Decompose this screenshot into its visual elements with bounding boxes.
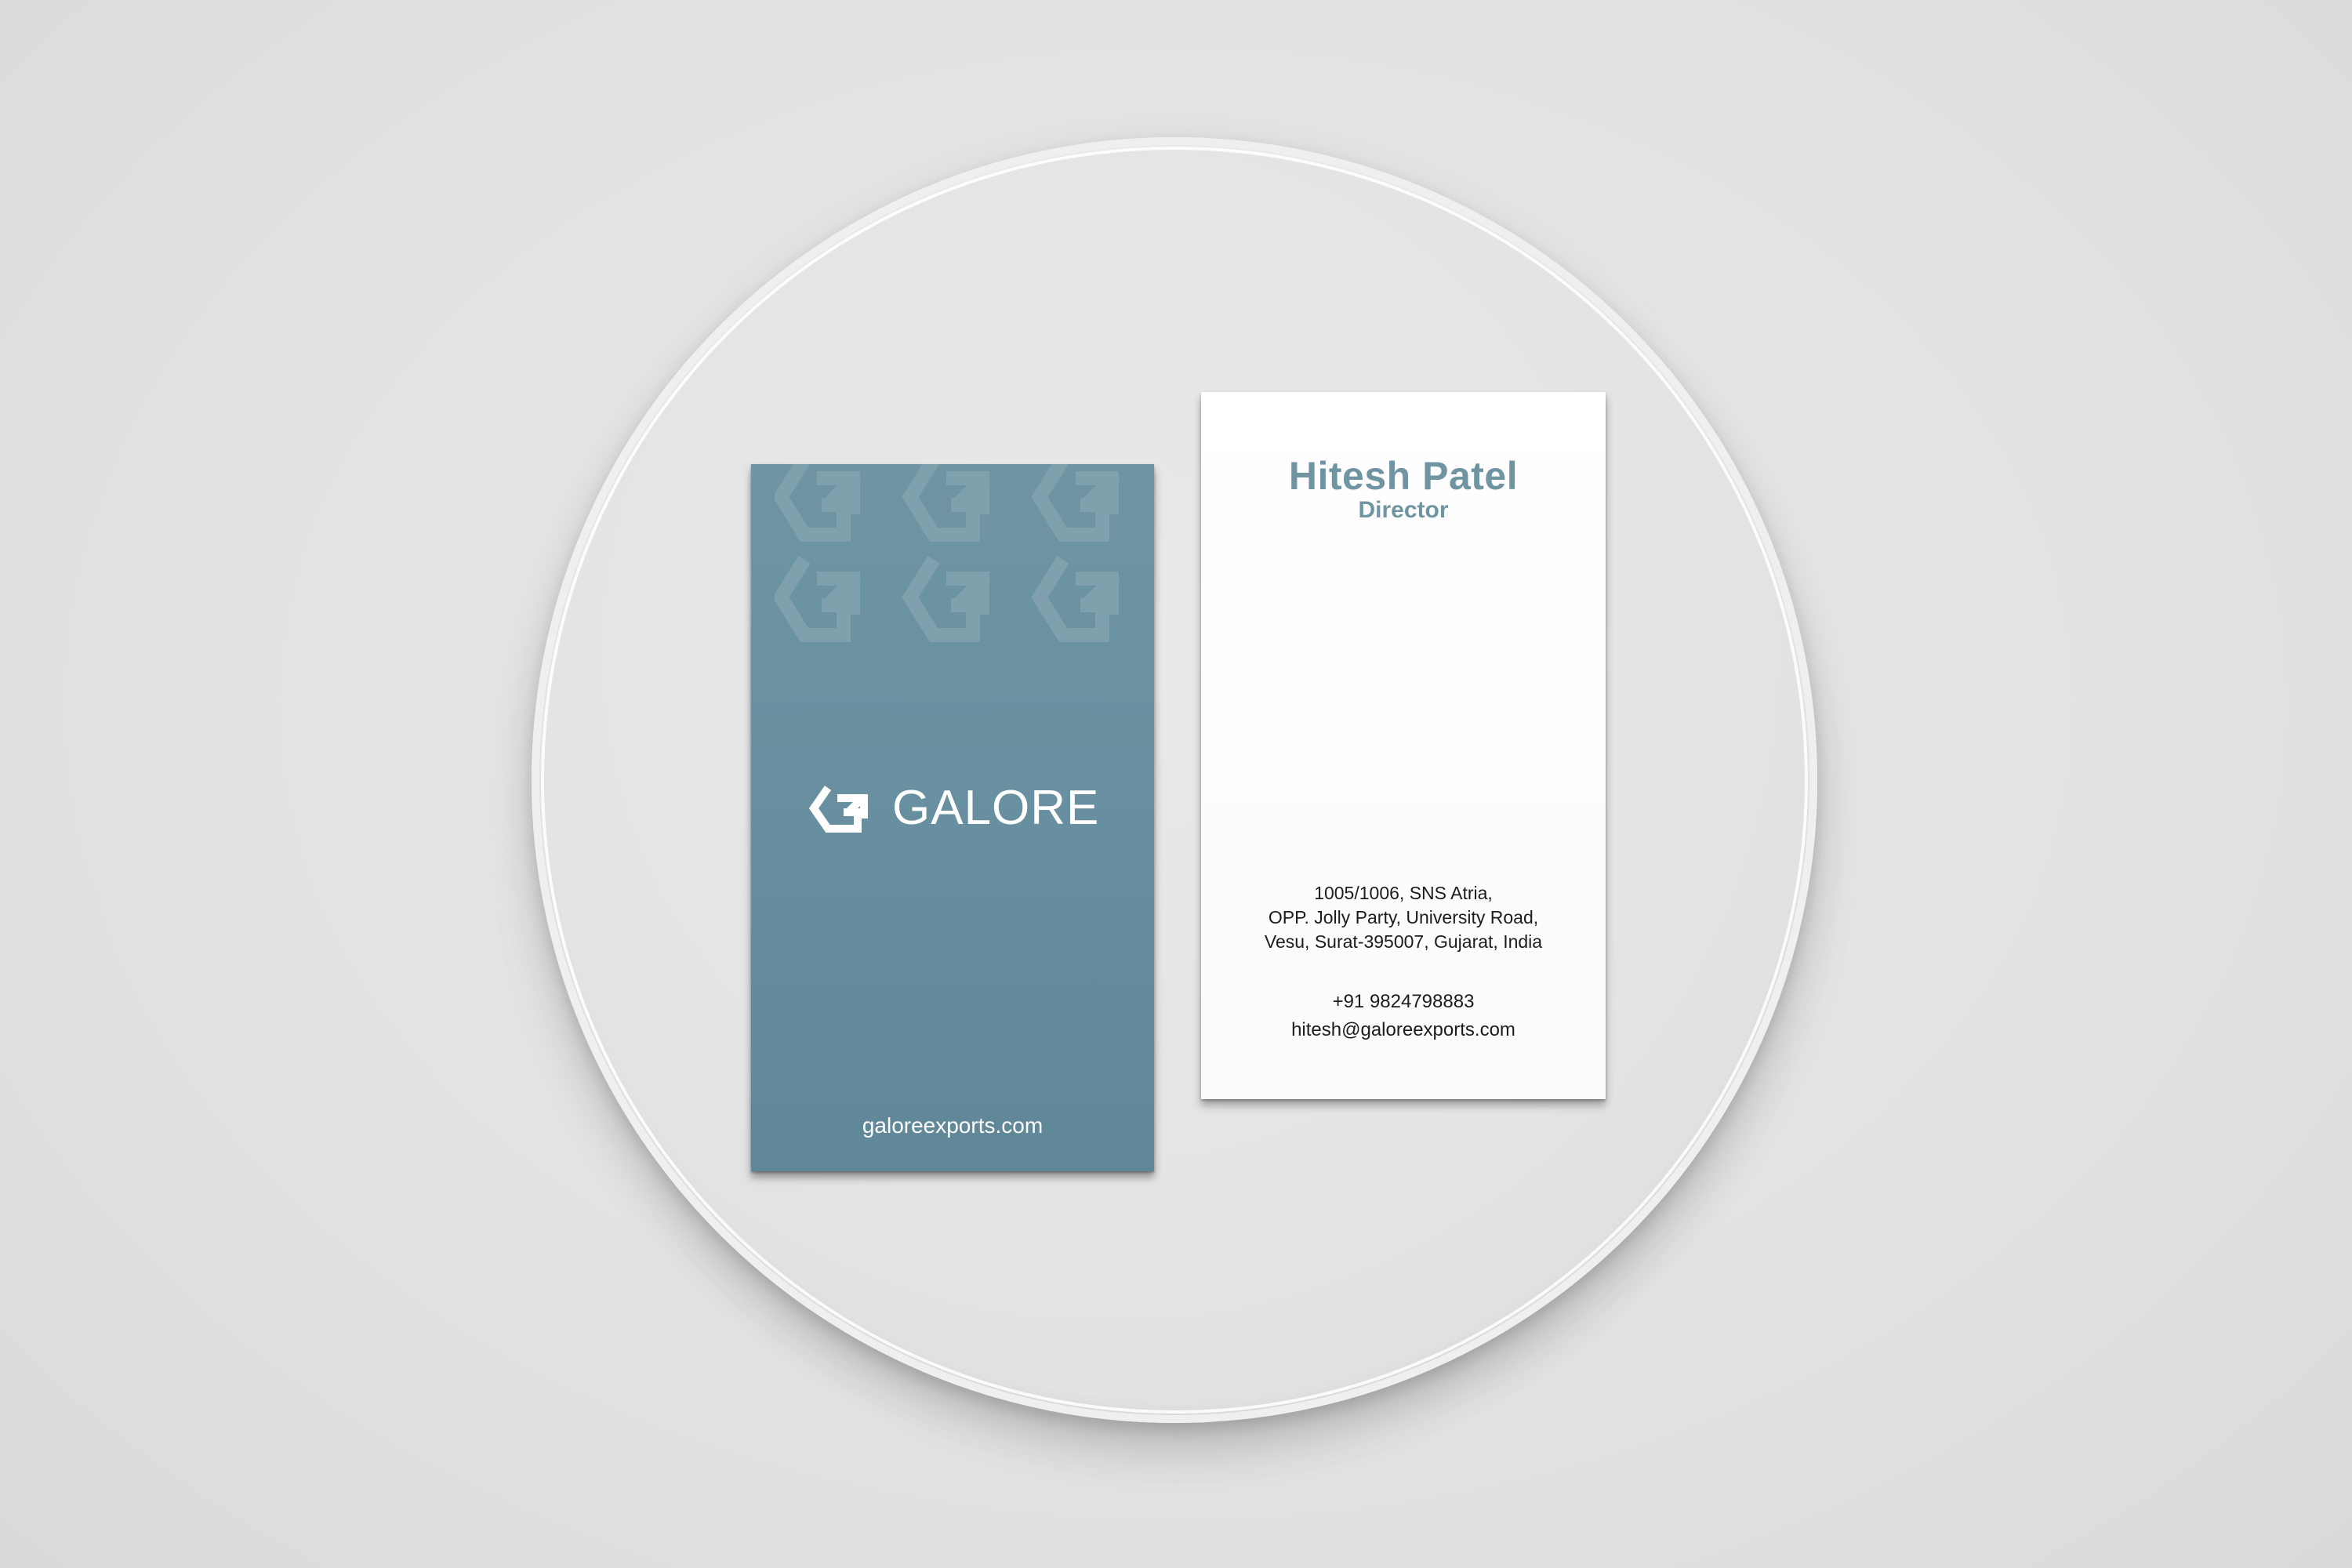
logo-pattern (775, 464, 1143, 652)
person-name: Hitesh Patel (1288, 454, 1519, 498)
brand-logo: GALORE (809, 781, 1099, 836)
pattern-g-icon (1040, 560, 1115, 635)
website-url: galoreexports.com (862, 1113, 1044, 1138)
pattern-g-icon (910, 560, 985, 635)
business-card-back: Hitesh Patel Director 1005/1006, SNS Atr… (1201, 392, 1606, 1099)
mockup-background: GALORE galoreexports.com Hitesh Patel Di… (0, 0, 2352, 1568)
address-line: Vesu, Surat-395007, Gujarat, India (1264, 931, 1543, 952)
address-line: 1005/1006, SNS Atria, (1314, 883, 1493, 903)
galore-g-arrow-icon (809, 786, 868, 833)
address-line: OPP. Jolly Party, University Road, (1268, 907, 1539, 927)
person-title: Director (1358, 497, 1449, 523)
contact-block: +91 9824798883 hitesh@galoreexports.com (1201, 988, 1606, 1044)
pattern-g-icon (781, 464, 856, 535)
pattern-g-icon (1040, 464, 1115, 535)
address-block: 1005/1006, SNS Atria, OPP. Jolly Party, … (1201, 881, 1606, 954)
business-card-front: GALORE galoreexports.com (751, 464, 1154, 1171)
pattern-g-icon (910, 464, 985, 535)
brand-name: GALORE (892, 781, 1100, 835)
pattern-g-icon (781, 560, 856, 635)
email-address: hitesh@galoreexports.com (1291, 1019, 1515, 1040)
pedestal-rim (541, 147, 1808, 1414)
phone-number: +91 9824798883 (1332, 991, 1475, 1012)
